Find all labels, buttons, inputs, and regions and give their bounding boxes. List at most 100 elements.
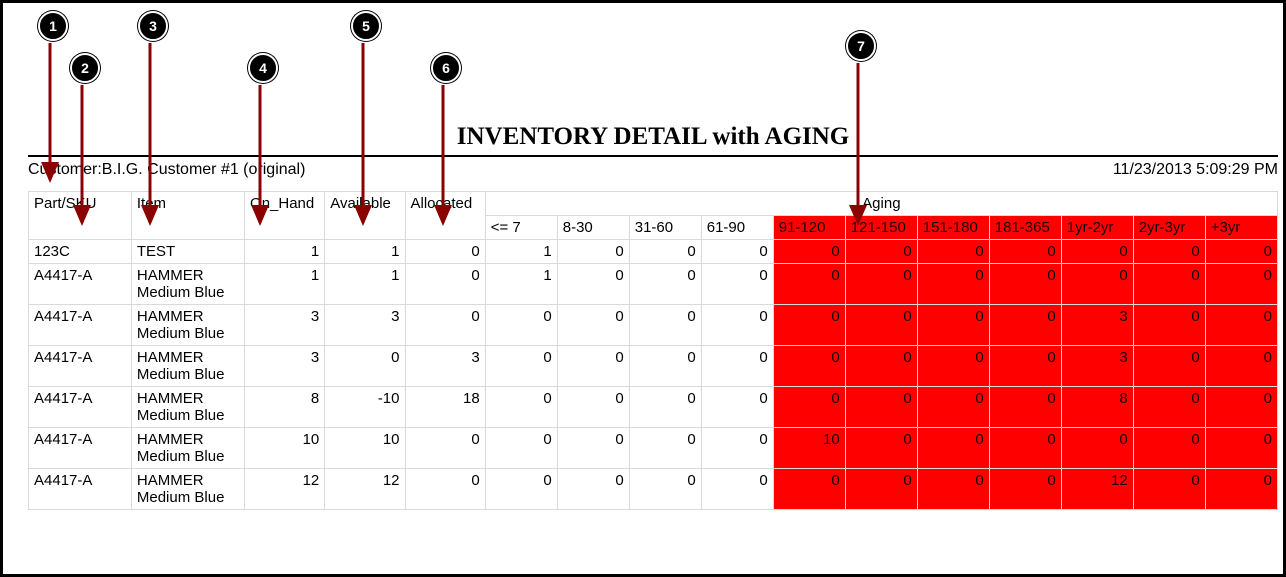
cell-aging: 0 (629, 240, 701, 264)
col-aging-bucket: +3yr (1205, 216, 1277, 240)
cell-aging: 0 (629, 346, 701, 387)
cell-aging: 0 (773, 240, 845, 264)
cell-item: HAMMER Medium Blue (131, 387, 244, 428)
cell-onhand: 10 (245, 428, 325, 469)
cell-aging: 0 (557, 264, 629, 305)
cell-aging: 0 (1133, 428, 1205, 469)
cell-aging: 0 (773, 469, 845, 510)
cell-allocated: 0 (405, 305, 485, 346)
cell-onhand: 3 (245, 305, 325, 346)
cell-aging: 0 (1061, 264, 1133, 305)
cell-aging: 0 (845, 346, 917, 387)
col-aging-bucket: <= 7 (485, 216, 557, 240)
report-title: INVENTORY DETAIL with AGING (28, 123, 1278, 151)
table-row: A4417-AHAMMER Medium Blue30300000000300 (29, 346, 1278, 387)
cell-onhand: 3 (245, 346, 325, 387)
cell-aging: 0 (917, 387, 989, 428)
cell-aging: 0 (701, 264, 773, 305)
col-available: Available (325, 192, 405, 240)
col-aging-bucket: 1yr-2yr (1061, 216, 1133, 240)
cell-aging: 8 (1061, 387, 1133, 428)
title-divider (28, 155, 1278, 157)
cell-aging: 0 (557, 387, 629, 428)
cell-allocated: 3 (405, 346, 485, 387)
table-row: 123CTEST11010000000000 (29, 240, 1278, 264)
cell-aging: 0 (1061, 240, 1133, 264)
cell-item: HAMMER Medium Blue (131, 264, 244, 305)
cell-allocated: 0 (405, 469, 485, 510)
col-part: Part/SKU (29, 192, 132, 240)
cell-aging: 0 (629, 264, 701, 305)
cell-aging: 0 (701, 469, 773, 510)
cell-aging: 0 (1205, 264, 1277, 305)
cell-aging: 0 (485, 305, 557, 346)
table-head: Part/SKU Item On_Hand Available Allocate… (29, 192, 1278, 240)
cell-aging: 0 (917, 469, 989, 510)
cell-aging: 0 (917, 305, 989, 346)
col-onhand: On_Hand (245, 192, 325, 240)
table-row: A4417-AHAMMER Medium Blue8-1018000000008… (29, 387, 1278, 428)
cell-aging: 0 (557, 240, 629, 264)
cell-aging: 0 (1133, 240, 1205, 264)
table-row: A4417-AHAMMER Medium Blue101000000100000… (29, 428, 1278, 469)
cell-aging: 0 (845, 264, 917, 305)
cell-aging: 1 (485, 240, 557, 264)
cell-aging: 0 (1205, 240, 1277, 264)
cell-available: 1 (325, 264, 405, 305)
cell-aging: 0 (845, 240, 917, 264)
cell-part: A4417-A (29, 428, 132, 469)
cell-aging: 0 (773, 346, 845, 387)
cell-item: HAMMER Medium Blue (131, 469, 244, 510)
col-aging-bucket: 91-120 (773, 216, 845, 240)
customer-line: Customer:B.I.G. Customer #1 (original) (28, 161, 305, 179)
cell-aging: 0 (557, 305, 629, 346)
cell-aging: 0 (557, 469, 629, 510)
cell-part: 123C (29, 240, 132, 264)
col-aging-group: Aging (485, 192, 1277, 216)
cell-aging: 0 (917, 346, 989, 387)
cell-allocated: 0 (405, 264, 485, 305)
cell-aging: 0 (629, 387, 701, 428)
cell-aging: 0 (1205, 428, 1277, 469)
cell-part: A4417-A (29, 305, 132, 346)
cell-aging: 0 (629, 428, 701, 469)
cell-onhand: 1 (245, 264, 325, 305)
cell-aging: 0 (989, 264, 1061, 305)
cell-aging: 0 (701, 428, 773, 469)
cell-aging: 0 (701, 240, 773, 264)
cell-aging: 0 (1133, 346, 1205, 387)
cell-aging: 0 (1133, 305, 1205, 346)
cell-available: 1 (325, 240, 405, 264)
table-row: A4417-AHAMMER Medium Blue33000000000300 (29, 305, 1278, 346)
cell-aging: 0 (845, 305, 917, 346)
cell-aging: 0 (1061, 428, 1133, 469)
table-body: 123CTEST11010000000000A4417-AHAMMER Medi… (29, 240, 1278, 510)
cell-aging: 0 (917, 264, 989, 305)
table-row: A4417-AHAMMER Medium Blue11010000000000 (29, 264, 1278, 305)
cell-aging: 12 (1061, 469, 1133, 510)
cell-aging: 0 (917, 240, 989, 264)
report-timestamp: 11/23/2013 5:09:29 PM (1113, 161, 1278, 179)
cell-aging: 0 (1133, 264, 1205, 305)
cell-available: 3 (325, 305, 405, 346)
cell-aging: 0 (1205, 387, 1277, 428)
cell-aging: 0 (773, 264, 845, 305)
cell-aging: 0 (701, 305, 773, 346)
cell-part: A4417-A (29, 387, 132, 428)
cell-aging: 10 (773, 428, 845, 469)
cell-available: 0 (325, 346, 405, 387)
cell-aging: 0 (1133, 469, 1205, 510)
cell-aging: 0 (989, 428, 1061, 469)
cell-aging: 0 (989, 240, 1061, 264)
cell-aging: 0 (629, 305, 701, 346)
cell-onhand: 8 (245, 387, 325, 428)
cell-item: HAMMER Medium Blue (131, 428, 244, 469)
col-allocated: Allocated (405, 192, 485, 240)
cell-item: HAMMER Medium Blue (131, 346, 244, 387)
col-aging-bucket: 121-150 (845, 216, 917, 240)
cell-aging: 0 (989, 305, 1061, 346)
cell-aging: 0 (1205, 469, 1277, 510)
cell-aging: 3 (1061, 305, 1133, 346)
cell-aging: 3 (1061, 346, 1133, 387)
col-aging-bucket: 8-30 (557, 216, 629, 240)
